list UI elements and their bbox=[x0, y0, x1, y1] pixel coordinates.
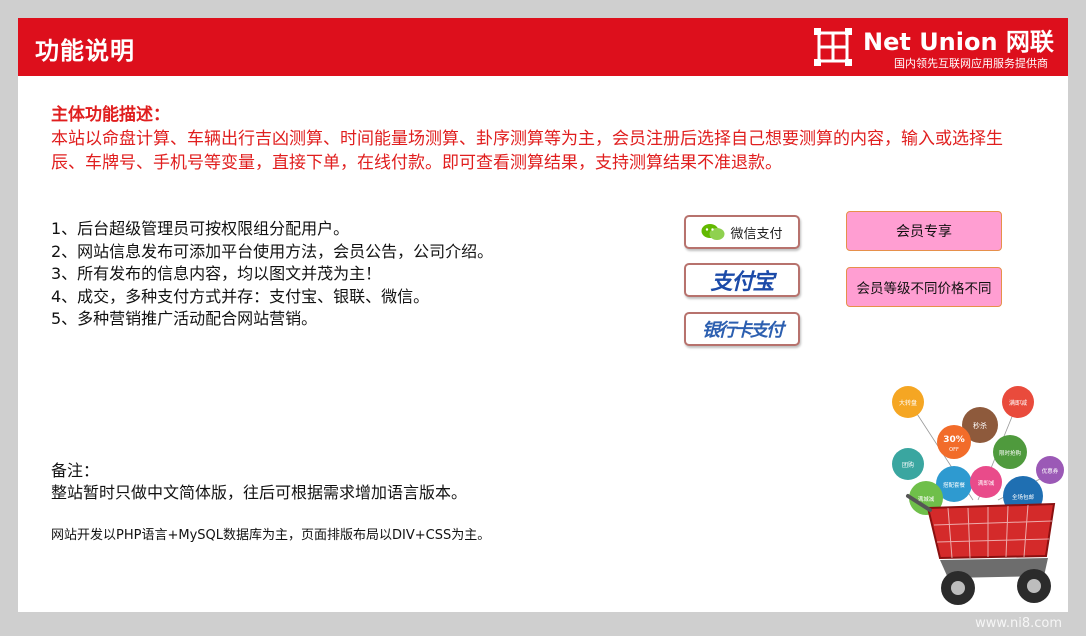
slide-canvas: 功能说明 Net Union 网联 国内领先互联网应用服务提供商 主体功能描述：… bbox=[18, 18, 1068, 612]
feature-item: 2、网站信息发布可添加平台使用方法，会员公告，公司介绍。 bbox=[51, 241, 494, 261]
logo-tagline: 国内领先互联网应用服务提供商 bbox=[894, 57, 1048, 70]
notes-label: 备注： bbox=[51, 461, 100, 480]
notes-text: 整站暂时只做中文简体版，往后可根据需求增加语言版本。 bbox=[51, 483, 468, 502]
notes-section: 备注： 整站暂时只做中文简体版，往后可根据需求增加语言版本。 bbox=[51, 460, 671, 504]
bubble-text: 搭配套餐 bbox=[943, 481, 966, 489]
bubble-text: 满即减 bbox=[1009, 399, 1027, 407]
cart-basket bbox=[926, 502, 1056, 560]
bubble-text: 满即减 bbox=[978, 479, 995, 487]
header-bar: 功能说明 Net Union 网联 国内领先互联网应用服务提供商 bbox=[18, 18, 1068, 76]
wechat-pay-label: 微信支付 bbox=[730, 226, 783, 242]
tech-stack-note: 网站开发以PHP语言+MySQL数据库为主，页面排版布局以DIV+CSS为主。 bbox=[51, 528, 491, 543]
description-body: 本站以命盘计算、车辆出行吉凶测算、时间能量场测算、卦序测算等为主，会员注册后选择… bbox=[51, 129, 1003, 173]
wechat-pay-button[interactable]: 微信支付 bbox=[684, 215, 800, 249]
bubble-text: 全场包邮 bbox=[1012, 493, 1035, 501]
alipay-button[interactable]: 支付宝 bbox=[684, 263, 800, 297]
description-heading: 主体功能描述： bbox=[51, 105, 170, 125]
feature-list: 1、后台超级管理员可按权限组分配用户。 2、网站信息发布可添加平台使用方法，会员… bbox=[51, 218, 671, 331]
shopping-cart-promo-illustration: 大转盘 满即减 秒杀 30% OFF 团购 限时抢购 优惠券 搭配套餐 满即减 … bbox=[892, 386, 1064, 605]
unionpay-card-button[interactable]: 银行卡支付 bbox=[684, 312, 800, 346]
wechat-icon bbox=[701, 224, 725, 240]
bubble-text: OFF bbox=[949, 447, 959, 453]
logo-name: Net Union 网联 bbox=[863, 28, 1054, 56]
feature-item: 5、多种营销推广活动配合网站营销。 bbox=[51, 309, 318, 328]
bubble-text: 限时抢购 bbox=[999, 449, 1022, 457]
feature-item: 3、所有发布的信息内容，均以图文并茂为主！ bbox=[51, 264, 382, 283]
page-title: 功能说明 bbox=[35, 37, 135, 65]
bubble-text: 30% bbox=[943, 435, 965, 445]
member-levels-badge[interactable]: 会员等级不同价格不同 bbox=[846, 267, 1002, 307]
feature-item: 4、成交，多种支付方式并存：支付宝、银联、微信。 bbox=[51, 286, 430, 306]
site-watermark: www.ni8.com bbox=[975, 616, 1062, 631]
unionpay-logo-text: 银行卡支付 bbox=[702, 320, 784, 341]
feature-item: 1、后台超级管理员可按权限组分配用户。 bbox=[51, 219, 350, 238]
member-exclusive-badge[interactable]: 会员专享 bbox=[846, 211, 1002, 251]
bubble-text: 团购 bbox=[902, 461, 914, 469]
alipay-logo-text: 支付宝 bbox=[710, 270, 774, 295]
net-union-logo-icon bbox=[814, 28, 852, 66]
bubble-text: 大转盘 bbox=[899, 399, 917, 407]
main-description: 主体功能描述： 本站以命盘计算、车辆出行吉凶测算、时间能量场测算、卦序测算等为主… bbox=[51, 103, 1006, 175]
bubble-text: 优惠券 bbox=[1042, 467, 1059, 475]
bubble-text: 秒杀 bbox=[973, 421, 987, 430]
